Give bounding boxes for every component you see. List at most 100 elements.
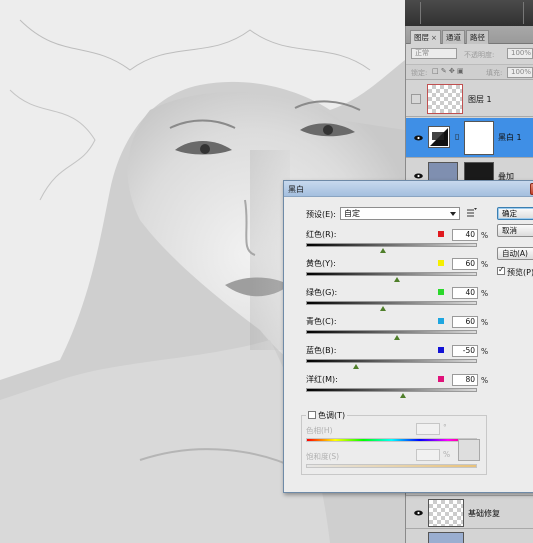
layer-row-bw1[interactable]: ▯ 黑白 1 (406, 118, 533, 158)
saturation-slider[interactable] (306, 464, 477, 468)
channel-slider-track[interactable] (306, 301, 477, 305)
channel-label: 蓝色(B): (306, 346, 337, 355)
tab-label: 图层 (414, 33, 429, 42)
tab-label: 路径 (470, 33, 485, 42)
percent-unit: % (481, 376, 489, 385)
opacity-label: 不透明度: (464, 51, 495, 59)
percent-unit: % (481, 231, 489, 240)
channel-slider-track[interactable] (306, 359, 477, 363)
layer-thumbnail (427, 84, 463, 114)
auto-button-label: 自动(A) (502, 249, 528, 258)
percent-unit: % (481, 289, 489, 298)
preview-label: 预览(P) (507, 268, 533, 277)
channel-value-input[interactable]: 80 (452, 374, 478, 386)
layer-thumbnail (428, 499, 464, 527)
slider-thumb[interactable] (393, 277, 400, 282)
divider (420, 2, 421, 24)
percent-unit: % (481, 347, 489, 356)
slider-thumb[interactable] (400, 393, 407, 398)
blend-mode-select[interactable]: 正常 (411, 48, 457, 59)
hue-unit: ° (443, 423, 447, 432)
tint-group-title: 色调(T) (306, 410, 348, 421)
channel-slider-track[interactable] (306, 243, 477, 247)
channel-color-swatch (438, 289, 444, 295)
eye-icon[interactable] (414, 510, 423, 516)
opacity-input[interactable]: 100% (507, 48, 533, 59)
close-icon[interactable]: × (431, 34, 437, 42)
eye-icon[interactable] (414, 173, 423, 179)
divider (523, 2, 524, 24)
layer-mask-thumbnail[interactable] (464, 121, 494, 155)
slider-thumb[interactable] (352, 364, 359, 369)
channel-value-input[interactable]: 40 (452, 287, 478, 299)
hue-label: 色相(H) (306, 426, 333, 435)
cancel-button-label: 取消 (502, 226, 517, 235)
tab-paths[interactable]: 路径 (466, 30, 489, 44)
dialog-titlebar[interactable]: 黑白 × (284, 181, 533, 197)
saturation-unit: % (443, 450, 451, 459)
percent-unit: % (481, 318, 489, 327)
tint-label: 色调(T) (318, 411, 346, 420)
slider-thumb[interactable] (379, 248, 386, 253)
tint-checkbox[interactable] (308, 411, 316, 419)
channel-label: 绿色(G): (306, 288, 338, 297)
black-white-dialog: 黑白 × 预设(E): 自定 确定 取消 自动(A) 预览(P) 红色(R): 4… (283, 180, 533, 493)
lock-row: 锁定: □ ✎ ✥ ▣ 填充: 100% (406, 64, 533, 80)
preset-value: 自定 (344, 209, 360, 218)
channel-label: 青色(C): (306, 317, 337, 326)
fill-input[interactable]: 100% (507, 67, 533, 78)
channel-label: 洋红(M): (306, 375, 338, 384)
tab-label: 通道 (446, 33, 461, 42)
visibility-toggle[interactable] (411, 94, 421, 104)
layer-name: 图层 1 (468, 95, 492, 104)
channel-color-swatch (438, 376, 444, 382)
hue-input[interactable] (416, 423, 440, 435)
cancel-button[interactable]: 取消 (497, 224, 533, 237)
auto-button[interactable]: 自动(A) (497, 247, 533, 260)
chain-icon: ▯ (455, 132, 460, 141)
chevron-down-icon (450, 212, 456, 216)
channel-label: 黄色(Y): (306, 259, 336, 268)
channel-slider-track[interactable] (306, 388, 477, 392)
hue-slider[interactable] (306, 438, 477, 442)
preset-select[interactable]: 自定 (340, 207, 460, 220)
channel-color-swatch (438, 347, 444, 353)
channel-slider-track[interactable] (306, 272, 477, 276)
fill-label: 填充: (486, 69, 503, 77)
preset-label: 预设(E): (306, 210, 336, 219)
layer-name: 黑白 1 (498, 133, 522, 142)
channel-color-swatch (438, 231, 444, 237)
layer-row-next[interactable] (406, 530, 533, 543)
tab-channels[interactable]: 通道 (442, 30, 465, 44)
channel-slider-track[interactable] (306, 330, 477, 334)
slider-thumb[interactable] (379, 306, 386, 311)
ok-button-label: 确定 (502, 209, 517, 218)
ok-button[interactable]: 确定 (497, 207, 533, 220)
preview-checkbox[interactable] (497, 265, 505, 275)
slider-thumb[interactable] (393, 335, 400, 340)
channel-value-input[interactable]: 60 (452, 258, 478, 270)
lock-icons[interactable]: □ ✎ ✥ ▣ (432, 67, 464, 75)
dialog-title: 黑白 (288, 185, 304, 194)
panel-tab-bar: 图层 × 通道 路径 (406, 26, 533, 44)
saturation-input[interactable] (416, 449, 440, 461)
channel-label: 红色(R): (306, 230, 337, 239)
channel-value-input[interactable]: 40 (452, 229, 478, 241)
channel-value-input[interactable]: 60 (452, 316, 478, 328)
channel-color-swatch (438, 318, 444, 324)
layer-row-base-retouch[interactable]: 基础修复 (406, 495, 533, 529)
saturation-label: 饱和度(S) (306, 452, 340, 461)
channel-value-input[interactable]: -50 (452, 345, 478, 357)
adjustment-icon (428, 126, 450, 148)
lock-label: 锁定: (411, 69, 428, 77)
eye-icon[interactable] (414, 135, 423, 141)
channel-color-swatch (438, 260, 444, 266)
layer-row-layer1[interactable]: 图层 1 (406, 81, 533, 117)
tab-layers[interactable]: 图层 × (410, 30, 441, 44)
blend-mode-value: 正常 (415, 49, 429, 57)
preset-menu-icon[interactable] (467, 208, 477, 218)
layer-name: 基础修复 (468, 509, 500, 518)
opacity-value: 100% (511, 49, 532, 57)
tint-color-swatch[interactable] (458, 439, 480, 461)
percent-unit: % (481, 260, 489, 269)
